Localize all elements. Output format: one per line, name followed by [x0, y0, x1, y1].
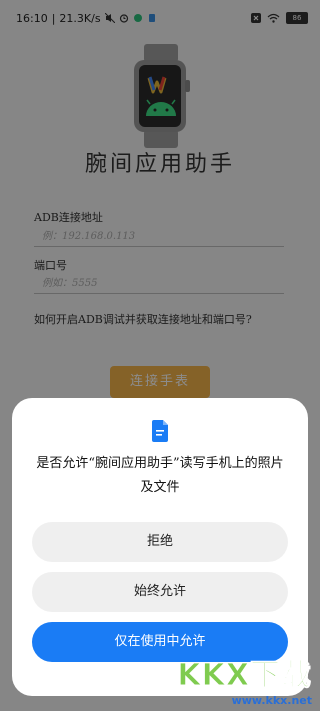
always-allow-button[interactable]: 始终允许 [32, 572, 288, 612]
file-icon [152, 420, 168, 442]
permission-message: 是否允许“腕间应用助手”读写手机上的照片及文件 [36, 456, 284, 495]
deny-button[interactable]: 拒绝 [32, 522, 288, 562]
watermark-brand: KKX下载 [177, 658, 312, 694]
watermark-url: www.kkx.net [231, 694, 312, 707]
watermark: KKX下载 www.kkx.net [177, 650, 312, 708]
